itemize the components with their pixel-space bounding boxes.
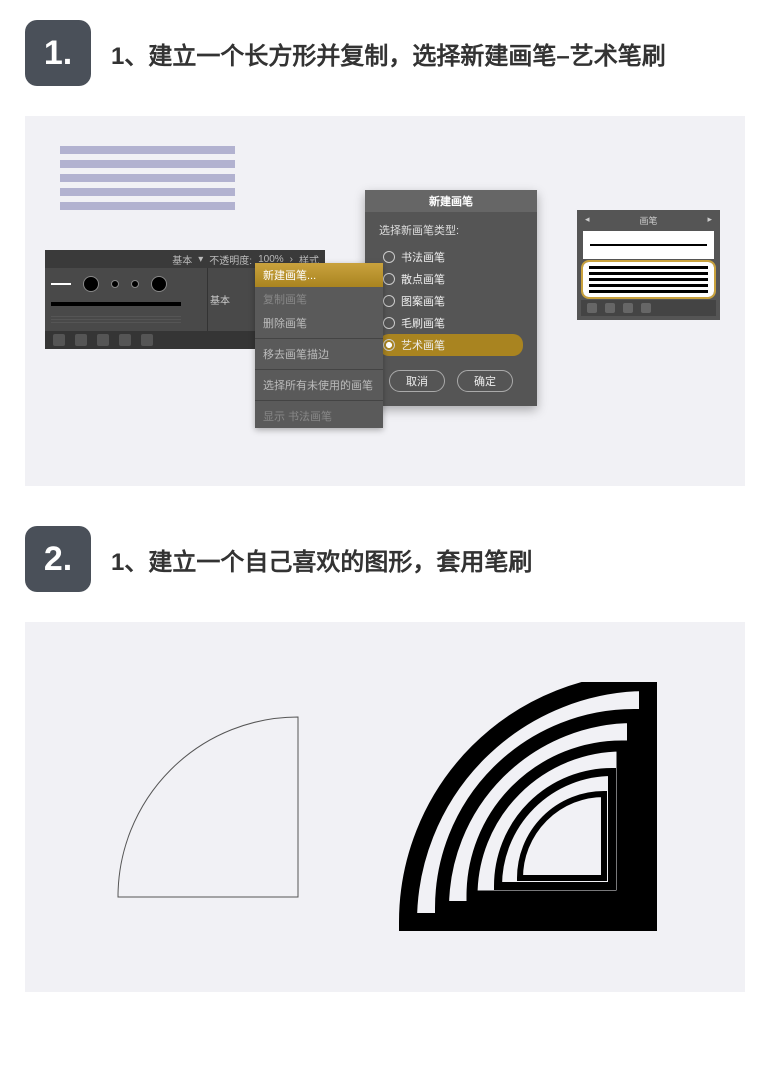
radio-art-brush[interactable]: 艺术画笔 [379,334,523,356]
menu-item-clear-stroke[interactable]: 移去画笔描边 [255,342,383,366]
preview-thumb-stripes[interactable] [583,262,714,297]
radio-bristle-brush[interactable]: 毛刷画笔 [379,312,523,334]
radio-pattern-brush[interactable]: 图案画笔 [379,290,523,312]
outline-quarter-shape [113,712,303,902]
brush-thumbnails [45,268,207,331]
menu-item-remove-brush[interactable]: 删除画笔 [255,311,383,335]
ok-button[interactable]: 确定 [457,370,513,392]
menu-item-select-unused[interactable]: 选择所有未使用的画笔 [255,373,383,397]
rectangle-stripes-shape [60,146,235,210]
menu-item-new-brush[interactable]: 新建画笔... [255,263,383,287]
step-1-title: 1、建立一个长方形并复制，选择新建画笔–艺术笔刷 [111,36,666,71]
basic-label: 基本 [172,252,192,267]
opacity-label: 不透明度: [209,252,252,267]
step-2-header: 2. 1、建立一个自己喜欢的图形，套用笔刷 [25,526,745,592]
dialog-label: 选择新画笔类型: [379,222,523,238]
panel-cluster: 基本 ▾ 不透明度: 100% › 样式 [45,250,725,406]
step-1-content: 基本 ▾ 不透明度: 100% › 样式 [25,116,745,486]
radio-calligraphic-brush[interactable]: 书法画笔 [379,246,523,268]
preview-thumb-1[interactable] [583,231,714,259]
menu-item-duplicate-brush[interactable]: 复制画笔 [255,287,383,311]
brush-side-label: 基本 [207,268,232,331]
step-1-number-badge: 1. [25,20,91,86]
radio-scatter-brush[interactable]: 散点画笔 [379,268,523,290]
cancel-button[interactable]: 取消 [389,370,445,392]
step-2-number-badge: 2. [25,526,91,592]
new-brush-dialog: 新建画笔 选择新画笔类型: 书法画笔 散点画笔 图案画笔 毛刷画笔 艺术画笔 取… [365,190,537,406]
menu-item-show-brush[interactable]: 显示 书法画笔 [255,404,383,428]
filled-quarter-shape [398,682,658,932]
brush-preview-panel: ◂画笔▸ [577,210,720,320]
step-2-section: 2. 1、建立一个自己喜欢的图形，套用笔刷 [0,506,770,1012]
brush-context-menu: 新建画笔... 复制画笔 删除画笔 移去画笔描边 选择所有未使用的画笔 显示 书… [255,263,383,428]
step-1-section: 1. 1、建立一个长方形并复制，选择新建画笔–艺术笔刷 基本 ▾ 不透明度: 1… [0,0,770,506]
step-2-title: 1、建立一个自己喜欢的图形，套用笔刷 [111,542,532,577]
dialog-title: 新建画笔 [365,190,537,212]
step-1-header: 1. 1、建立一个长方形并复制，选择新建画笔–艺术笔刷 [25,20,745,86]
step-2-content [25,622,745,992]
preview-title: 画笔 [639,214,657,228]
